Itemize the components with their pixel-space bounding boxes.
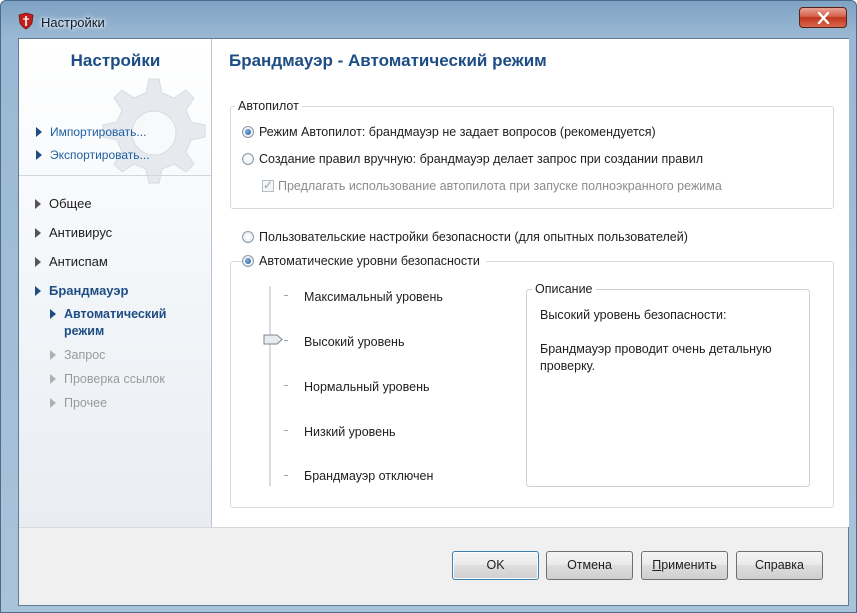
chevron-right-icon: [36, 127, 42, 137]
sidebar: Настройки Импортировать... Экспортироват…: [19, 39, 212, 527]
fullscreen-autopilot-checkbox[interactable]: Предлагать использование автопилота при …: [262, 178, 722, 193]
help-button[interactable]: Справка: [736, 551, 823, 580]
custom-settings-radio[interactable]: Пользовательские настройки безопасности …: [242, 230, 688, 244]
sidebar-item-antispam[interactable]: Антиспам: [35, 254, 108, 269]
chevron-right-icon: [35, 199, 41, 209]
close-icon: [817, 12, 830, 24]
auto-levels-radio[interactable]: Автоматические уровни безопасности: [242, 254, 486, 268]
chevron-right-icon: [50, 350, 56, 360]
auto-levels-label: Автоматические уровни безопасности: [259, 254, 480, 268]
dialog-client: Настройки Импортировать... Экспортироват…: [18, 38, 849, 606]
level-tick: [284, 340, 288, 341]
sidebar-subitem-link-check[interactable]: Проверка ссылок: [50, 371, 165, 388]
chevron-right-icon: [36, 150, 42, 160]
manual-rules-radio[interactable]: Создание правил вручную: брандмауэр дела…: [242, 152, 703, 166]
level-firewall-off[interactable]: Брандмауэр отключен: [304, 469, 433, 483]
export-link[interactable]: Экспортировать...: [36, 148, 150, 162]
sidebar-title: Настройки: [70, 51, 161, 70]
settings-window: Настройки Настройки Импортировать... Экс…: [0, 0, 857, 613]
sidebar-item-general[interactable]: Общее: [35, 196, 92, 211]
sidebar-item-label: Антиспам: [49, 254, 108, 269]
fullscreen-autopilot-label: Предлагать использование автопилота при …: [278, 179, 722, 193]
apply-button[interactable]: Применить: [641, 551, 728, 580]
sidebar-item-firewall[interactable]: Брандмауэр: [35, 283, 128, 298]
level-normal[interactable]: Нормальный уровень: [304, 380, 430, 394]
window-title: Настройки: [41, 15, 105, 30]
description-legend: Описание: [532, 282, 596, 296]
sidebar-subitem-other[interactable]: Прочее: [50, 395, 107, 412]
security-level-track: [269, 286, 271, 486]
import-link[interactable]: Импортировать...: [36, 125, 146, 139]
sidebar-item-label: Общее: [49, 196, 92, 211]
page-title: Брандмауэр - Автоматический режим: [229, 51, 547, 70]
sidebar-subitem-label: Прочее: [64, 396, 108, 410]
level-low[interactable]: Низкий уровень: [304, 425, 396, 439]
level-maximum[interactable]: Максимальный уровень: [304, 290, 443, 304]
sidebar-item-label: Брандмауэр: [49, 283, 129, 298]
sidebar-subitem-request[interactable]: Запрос: [50, 347, 105, 364]
level-tick: [284, 295, 288, 296]
import-link-label: Импортировать...: [50, 125, 147, 139]
chevron-right-icon: [35, 228, 41, 238]
main-content: Брандмауэр - Автоматический режим Автопи…: [213, 39, 849, 527]
manual-rules-label: Создание правил вручную: брандмауэр дела…: [259, 152, 704, 166]
radio-unselected: [242, 153, 254, 165]
autopilot-mode-label: Режим Автопилот: брандмауэр не задает во…: [259, 125, 656, 139]
level-tick: [284, 475, 288, 476]
sidebar-divider: [19, 175, 211, 176]
title-bar[interactable]: Настройки: [1, 1, 857, 39]
autopilot-legend: Автопилот: [235, 99, 302, 113]
chevron-right-icon: [50, 309, 56, 319]
description-heading: Высокий уровень безопасности:: [540, 308, 727, 322]
sidebar-subitem-label: Автоматический режим: [64, 307, 167, 338]
radio-selected: [242, 126, 254, 138]
sidebar-subitem-label: Проверка ссылок: [64, 372, 165, 386]
sidebar-subitem-label: Запрос: [64, 348, 106, 362]
chevron-right-icon: [50, 398, 56, 408]
cancel-button[interactable]: Отмена: [546, 551, 633, 580]
autopilot-mode-radio[interactable]: Режим Автопилот: брандмауэр не задает во…: [242, 125, 656, 139]
sidebar-subitem-automatic-mode[interactable]: Автоматический режим: [50, 306, 200, 340]
security-level-slider-thumb[interactable]: [263, 334, 283, 345]
shield-icon: [18, 12, 34, 30]
ok-button[interactable]: OK: [452, 551, 539, 580]
level-tick: [284, 430, 288, 431]
description-body: Брандмауэр проводит очень детальную пров…: [540, 342, 772, 373]
close-button[interactable]: [799, 7, 847, 28]
sidebar-item-label: Антивирус: [49, 225, 113, 240]
level-tick: [284, 385, 288, 386]
custom-settings-label: Пользовательские настройки безопасности …: [259, 230, 688, 244]
export-link-label: Экспортировать...: [50, 148, 150, 162]
radio-selected: [242, 255, 254, 267]
level-high[interactable]: Высокий уровень: [304, 335, 404, 349]
chevron-down-icon: [35, 286, 41, 296]
radio-unselected: [242, 231, 254, 243]
sidebar-item-antivirus[interactable]: Антивирус: [35, 225, 112, 240]
chevron-right-icon: [50, 374, 56, 384]
checkbox-checked: [262, 178, 274, 192]
chevron-right-icon: [35, 257, 41, 267]
